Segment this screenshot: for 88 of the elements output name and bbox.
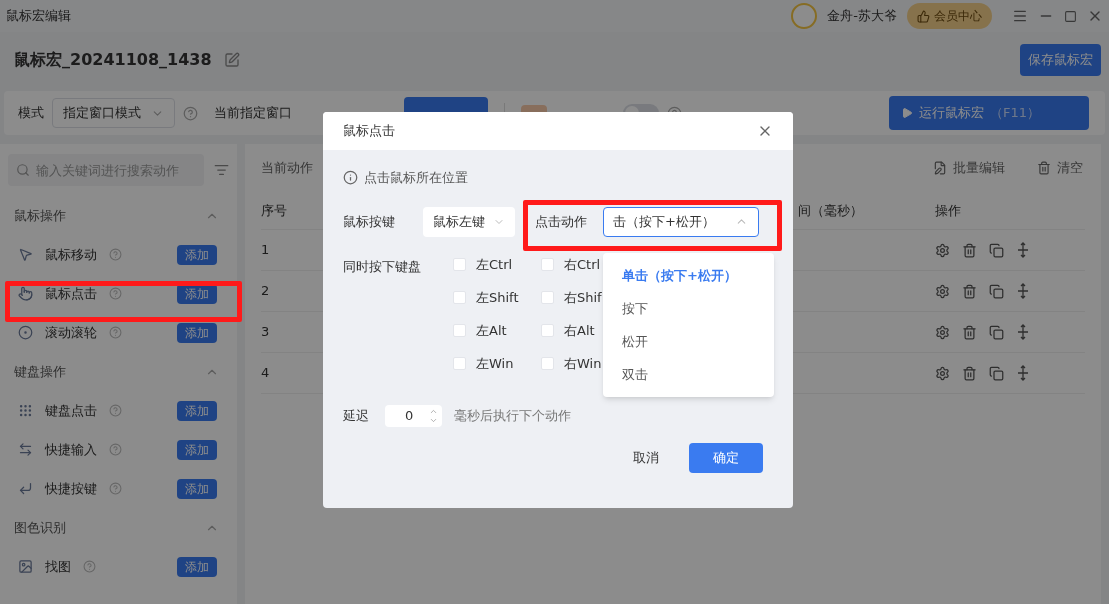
action-name: 快捷输入 — [45, 440, 97, 459]
dropdown-option[interactable]: 按下 — [622, 292, 755, 325]
dropdown-option[interactable]: 双击 — [622, 358, 755, 391]
edit-icon[interactable] — [223, 51, 240, 68]
mode-label: 模式 — [18, 104, 44, 123]
play-icon — [901, 107, 913, 119]
add-button[interactable]: 添加 — [177, 244, 217, 265]
mouse-button-select[interactable]: 鼠标左键 — [423, 206, 515, 237]
click-action-label: 点击动作 — [535, 212, 588, 231]
settings-icon[interactable] — [935, 242, 950, 258]
maximize-icon[interactable] — [1064, 9, 1077, 23]
dialog-title: 鼠标点击 — [343, 122, 395, 141]
action-name: 键盘点击 — [45, 401, 97, 420]
enter-icon — [18, 481, 33, 496]
mouse-icon — [18, 247, 33, 262]
key-checkbox[interactable]: 左Shift — [453, 287, 541, 308]
key-checkbox[interactable]: 左Alt — [453, 320, 541, 341]
settings-icon[interactable] — [935, 283, 950, 299]
move-icon[interactable] — [1016, 365, 1030, 381]
batch-edit-button[interactable]: 批量编辑 — [953, 158, 1005, 178]
vip-center-button[interactable]: 会员中心 — [907, 3, 992, 29]
confirm-button[interactable]: 确定 — [689, 442, 763, 473]
thumbs-up-icon — [917, 9, 930, 23]
action-name: 鼠标点击 — [45, 284, 97, 303]
group-title: 鼠标操作 — [14, 206, 66, 225]
edit-file-icon[interactable] — [933, 161, 947, 175]
row-number: 3 — [261, 323, 271, 342]
action-name: 快捷按键 — [45, 479, 97, 498]
copy-icon[interactable] — [989, 242, 1004, 258]
add-button[interactable]: 添加 — [177, 556, 217, 577]
macro-name: 鼠标宏_20241108_1438 — [14, 48, 212, 71]
copy-icon[interactable] — [989, 324, 1004, 340]
keypad-icon — [18, 403, 33, 418]
key-checkbox[interactable]: 左Ctrl — [453, 254, 541, 275]
row-number: 1 — [261, 241, 271, 260]
save-button[interactable]: 保存鼠标宏 — [1020, 43, 1101, 76]
row-number: 4 — [261, 364, 271, 383]
group-title: 键盘操作 — [14, 362, 66, 381]
window-title: 鼠标宏编辑 — [6, 7, 71, 26]
delay-label: 延迟 — [343, 406, 370, 425]
add-button[interactable]: 添加 — [177, 322, 217, 343]
row-number: 2 — [261, 282, 271, 301]
move-icon[interactable] — [1016, 283, 1030, 299]
move-icon[interactable] — [1016, 242, 1030, 258]
click-action-select[interactable]: 击（按下+松开） — [603, 206, 759, 237]
add-button[interactable]: 添加 — [177, 439, 217, 460]
pointer-icon — [18, 286, 33, 301]
keys-label: 同时按下键盘 — [343, 257, 422, 276]
column-header: 操作 — [935, 201, 961, 220]
current-actions-label: 当前动作 — [261, 159, 313, 178]
delete-icon[interactable] — [962, 283, 977, 299]
dot-icon — [18, 325, 33, 340]
info-icon — [343, 170, 358, 186]
info-text: 点击鼠标所在位置 — [364, 169, 468, 187]
delay-suffix: 毫秒后执行下个动作 — [454, 406, 571, 425]
add-button[interactable]: 添加 — [177, 478, 217, 499]
trash-icon[interactable] — [1037, 161, 1051, 175]
cancel-button[interactable]: 取消 — [627, 442, 665, 473]
help-icon[interactable] — [183, 105, 198, 121]
action-name: 鼠标移动 — [45, 245, 97, 264]
mode-select[interactable]: 指定窗口模式 — [52, 98, 175, 128]
dropdown-option[interactable]: 松开 — [622, 325, 755, 358]
settings-icon[interactable] — [935, 324, 950, 340]
copy-icon[interactable] — [989, 365, 1004, 381]
window-label: 当前指定窗口 — [214, 104, 292, 123]
user-name[interactable]: 金舟-苏大爷 — [827, 6, 897, 26]
copy-icon[interactable] — [989, 283, 1004, 299]
delay-field[interactable]: 0 — [385, 404, 442, 427]
delete-icon[interactable] — [962, 324, 977, 340]
menu-icon[interactable] — [1012, 8, 1028, 24]
key-checkbox[interactable]: 左Win — [453, 353, 541, 374]
settings-icon[interactable] — [935, 365, 950, 381]
delete-icon[interactable] — [962, 242, 977, 258]
add-button[interactable]: 添加 — [177, 400, 217, 421]
run-macro-button[interactable]: 运行鼠标宏 （F11） — [889, 96, 1089, 130]
column-header: 间（毫秒） — [798, 201, 864, 220]
delete-icon[interactable] — [962, 365, 977, 381]
arrows-icon — [18, 442, 33, 457]
image-icon — [18, 559, 33, 574]
filter-icon[interactable] — [214, 162, 229, 178]
move-icon[interactable] — [1016, 324, 1030, 340]
action-name: 找图 — [45, 557, 71, 576]
action-name: 滚动滚轮 — [45, 323, 97, 342]
clear-button[interactable]: 清空 — [1057, 158, 1083, 178]
group-title: 图色识别 — [14, 518, 66, 537]
mouse-button-label: 鼠标按键 — [343, 212, 396, 231]
dropdown-option[interactable]: 单击（按下+松开） — [622, 259, 755, 292]
search-icon — [16, 163, 30, 177]
